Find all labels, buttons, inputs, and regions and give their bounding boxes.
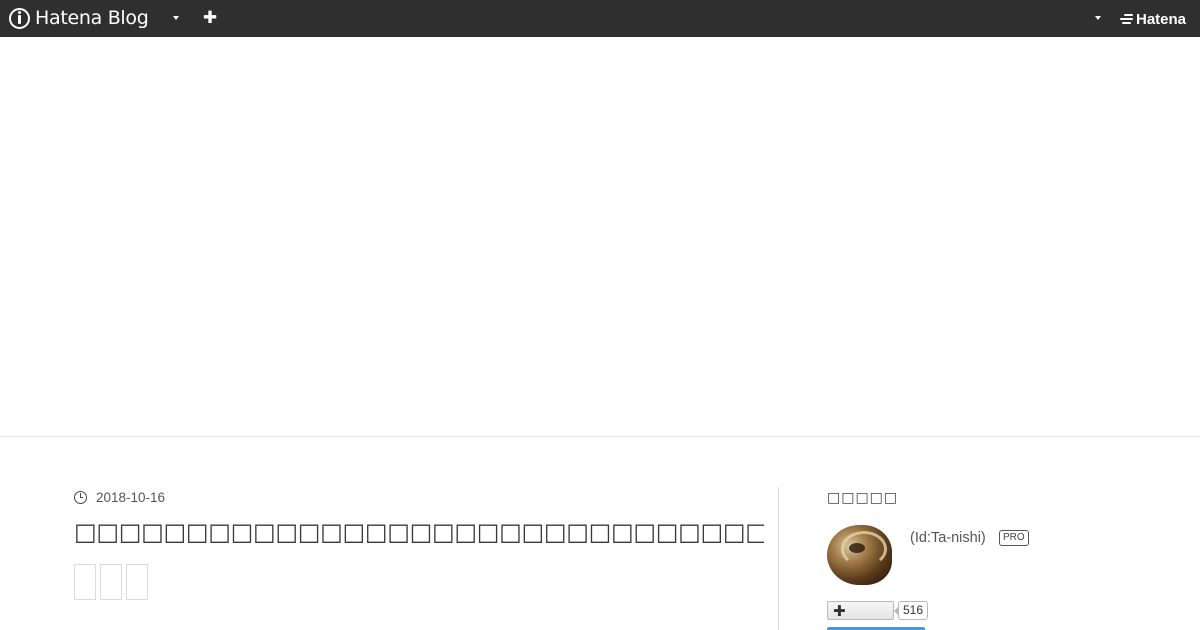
follow-plus-icon: ✚ <box>833 602 846 620</box>
entry-title[interactable]: □□□□□□□□□□□□□□□□□□□□□□□□□□□□□□□□□□14□ <box>74 515 764 549</box>
hatena-blog-logo-icon <box>9 7 30 29</box>
hatena-brand-text: Hatena <box>1136 10 1187 28</box>
blog-menu-chevron-down-icon[interactable] <box>173 16 179 20</box>
missing-glyph-box <box>126 564 148 600</box>
entry-date[interactable]: 2018-10-16 <box>74 489 165 505</box>
missing-glyph-box <box>100 564 122 600</box>
missing-glyph-box <box>74 564 96 600</box>
clock-icon <box>74 490 87 504</box>
entry-categories <box>74 564 148 600</box>
hatena-brand-icon <box>1118 13 1134 25</box>
entry-date-text: 2018-10-16 <box>96 489 166 505</box>
content-sidebar-divider <box>778 487 779 630</box>
account-menu-chevron-down-icon[interactable] <box>1095 16 1101 20</box>
pro-badge: PRO <box>999 530 1029 546</box>
profile-user-id[interactable]: (Id:Ta-nishi) <box>910 530 986 546</box>
hatena-blog-logo-text: Hatena Blog <box>35 7 149 29</box>
follow-button[interactable]: ✚ <box>827 601 894 620</box>
sidebar-section-title: □□□□□ <box>827 490 899 506</box>
profile-avatar[interactable] <box>827 525 892 585</box>
blog-header-area <box>0 37 1200 437</box>
hatena-blog-logo[interactable]: Hatena Blog <box>9 7 149 29</box>
new-post-plus-icon[interactable]: ✚ <box>201 9 219 27</box>
follower-count[interactable]: 516 <box>893 601 929 620</box>
hatena-brand-link[interactable]: Hatena <box>1118 9 1186 29</box>
global-header: Hatena Blog ✚ Hatena <box>0 0 1200 37</box>
